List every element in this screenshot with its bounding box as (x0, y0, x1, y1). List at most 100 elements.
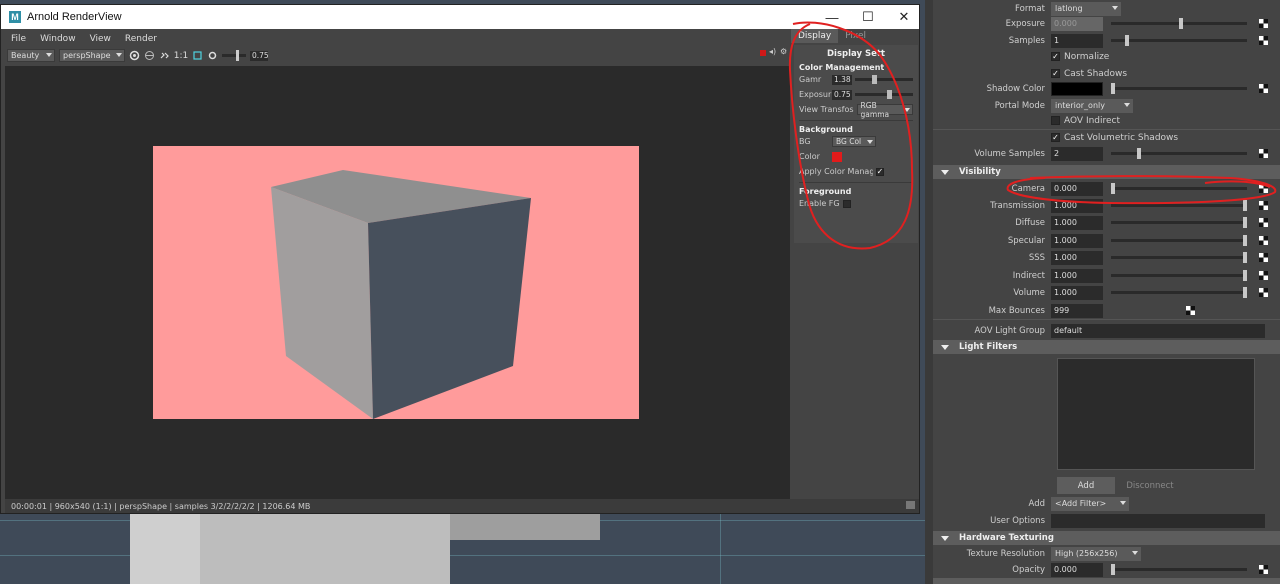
visibility-slider-thumb[interactable] (1111, 183, 1115, 194)
ratio-button[interactable]: 1:1 (174, 50, 188, 61)
map-checker-icon[interactable] (1259, 19, 1268, 28)
map-checker-icon[interactable] (1186, 306, 1195, 315)
minimize-button[interactable]: — (815, 5, 849, 29)
visibility-slider-thumb[interactable] (1243, 270, 1247, 281)
ae-exposure-slider[interactable] (1111, 18, 1247, 29)
ae-exposure-thumb[interactable] (1179, 18, 1183, 29)
opacity-slider[interactable] (1111, 564, 1247, 575)
visibility-section-header[interactable]: Visibility (933, 165, 1280, 179)
view-transform-dropdown[interactable]: RGB gamma (856, 101, 913, 119)
shadow-color-thumb[interactable] (1111, 83, 1115, 94)
light-filters-section-header[interactable]: Light Filters (933, 340, 1280, 354)
aov-indirect-checkbox[interactable] (1051, 116, 1060, 125)
add-filter-button[interactable]: Add (1057, 477, 1115, 494)
camera-dropdown[interactable]: perspShape (59, 49, 125, 62)
menu-render[interactable]: Render (125, 34, 157, 44)
samples-field[interactable]: 1 (1051, 33, 1103, 48)
portal-mode-dropdown[interactable]: interior_only (1051, 98, 1133, 113)
volume-samples-thumb[interactable] (1137, 148, 1141, 159)
samples-thumb[interactable] (1125, 35, 1129, 46)
visibility-value-field[interactable]: 1.000 (1051, 285, 1103, 300)
settings-gear-icon[interactable]: ⚙ (780, 47, 787, 56)
texture-resolution-dropdown[interactable]: High (256x256) (1051, 546, 1141, 561)
visibility-slider[interactable] (1111, 235, 1247, 246)
close-button[interactable]: ✕ (887, 5, 921, 29)
map-checker-icon[interactable] (1259, 149, 1268, 158)
aov-light-group-field[interactable]: default (1051, 323, 1265, 338)
tab-pixel[interactable]: Pixel (838, 29, 873, 43)
visibility-value-field[interactable]: 1.000 (1051, 198, 1103, 213)
opacity-field[interactable]: 0.000 (1051, 562, 1103, 577)
opacity-thumb[interactable] (1111, 564, 1115, 575)
exposure-field[interactable]: 0.75 (250, 50, 269, 61)
cast-shadows-checkbox[interactable]: ✓ (1051, 69, 1060, 78)
map-checker-icon[interactable] (1259, 201, 1268, 210)
display-exposure-thumb[interactable] (886, 90, 892, 99)
speaker-icon[interactable]: ◂) (769, 47, 776, 56)
map-checker-icon[interactable] (1259, 253, 1268, 262)
map-checker-icon[interactable] (1259, 236, 1268, 245)
map-checker-icon[interactable] (1259, 218, 1268, 227)
bg-dropdown[interactable]: BG Col (832, 136, 876, 147)
disconnect-button[interactable]: Disconnect (1121, 477, 1179, 494)
visibility-slider[interactable] (1111, 252, 1247, 263)
visibility-slider-thumb[interactable] (1243, 200, 1247, 211)
visibility-slider-thumb[interactable] (1243, 235, 1247, 246)
shadow-color-swatch[interactable] (1051, 81, 1103, 96)
gamma-field[interactable]: 1.38 (832, 74, 852, 85)
visibility-value-field[interactable]: 1.000 (1051, 233, 1103, 248)
shadow-color-slider[interactable] (1111, 83, 1247, 94)
visibility-value-field[interactable]: 1.000 (1051, 215, 1103, 230)
exposure-gear-icon[interactable] (207, 50, 218, 61)
gamma-slider[interactable] (855, 75, 913, 84)
visibility-value-field[interactable]: 1.000 (1051, 250, 1103, 265)
bg-color-swatch[interactable] (832, 151, 842, 162)
format-dropdown[interactable]: latlong (1051, 1, 1121, 16)
visibility-slider[interactable] (1111, 183, 1247, 194)
user-options-field[interactable] (1051, 513, 1265, 528)
render-canvas[interactable] (5, 66, 790, 499)
visibility-slider-thumb[interactable] (1243, 217, 1247, 228)
volume-samples-slider[interactable] (1111, 148, 1247, 159)
map-checker-icon[interactable] (1259, 288, 1268, 297)
volume-samples-field[interactable]: 2 (1051, 146, 1103, 161)
menu-file[interactable]: File (11, 34, 26, 44)
render-view-titlebar[interactable]: M Arnold RenderView — ☐ ✕ (1, 5, 919, 29)
display-exposure-field[interactable]: 0.75 (832, 89, 852, 100)
exposure-slider[interactable] (222, 50, 246, 61)
menu-window[interactable]: Window (40, 34, 76, 44)
render-sphere-icon[interactable] (129, 50, 140, 61)
stop-icon[interactable] (760, 50, 766, 56)
visibility-value-field[interactable]: 1.000 (1051, 268, 1103, 283)
map-checker-icon[interactable] (1259, 36, 1268, 45)
hardware-texturing-section-header[interactable]: Hardware Texturing (933, 531, 1280, 545)
visibility-slider[interactable] (1111, 270, 1247, 281)
samples-slider[interactable] (1111, 35, 1247, 46)
next-section-header[interactable] (933, 578, 1280, 584)
aov-dropdown[interactable]: Beauty (7, 49, 55, 62)
display-exposure-slider[interactable] (855, 90, 913, 99)
map-checker-icon[interactable] (1259, 184, 1268, 193)
exposure-slider-thumb[interactable] (236, 50, 239, 61)
visibility-slider[interactable] (1111, 287, 1247, 298)
max-bounces-field[interactable]: 999 (1051, 303, 1103, 318)
gamma-slider-thumb[interactable] (872, 75, 878, 84)
visibility-slider[interactable] (1111, 217, 1247, 228)
visibility-slider-thumb[interactable] (1243, 252, 1247, 263)
map-checker-icon[interactable] (1259, 565, 1268, 574)
ae-exposure-field[interactable]: 0.000 (1051, 16, 1103, 31)
menu-view[interactable]: View (90, 34, 111, 44)
light-filters-list[interactable] (1057, 358, 1255, 470)
add-filter-dropdown[interactable]: <Add Filter> (1051, 496, 1129, 511)
visibility-value-field[interactable]: 0.000 (1051, 181, 1103, 196)
map-checker-icon[interactable] (1259, 271, 1268, 280)
snapshot-icon[interactable] (906, 501, 915, 509)
visibility-slider-thumb[interactable] (1243, 287, 1247, 298)
visibility-slider[interactable] (1111, 200, 1247, 211)
enable-fg-checkbox[interactable] (842, 199, 851, 208)
crop-icon[interactable] (192, 50, 203, 61)
region-icon[interactable] (144, 50, 155, 61)
normalize-checkbox[interactable]: ✓ (1051, 52, 1060, 61)
refresh-icon[interactable] (159, 50, 170, 61)
map-checker-icon[interactable] (1259, 84, 1268, 93)
